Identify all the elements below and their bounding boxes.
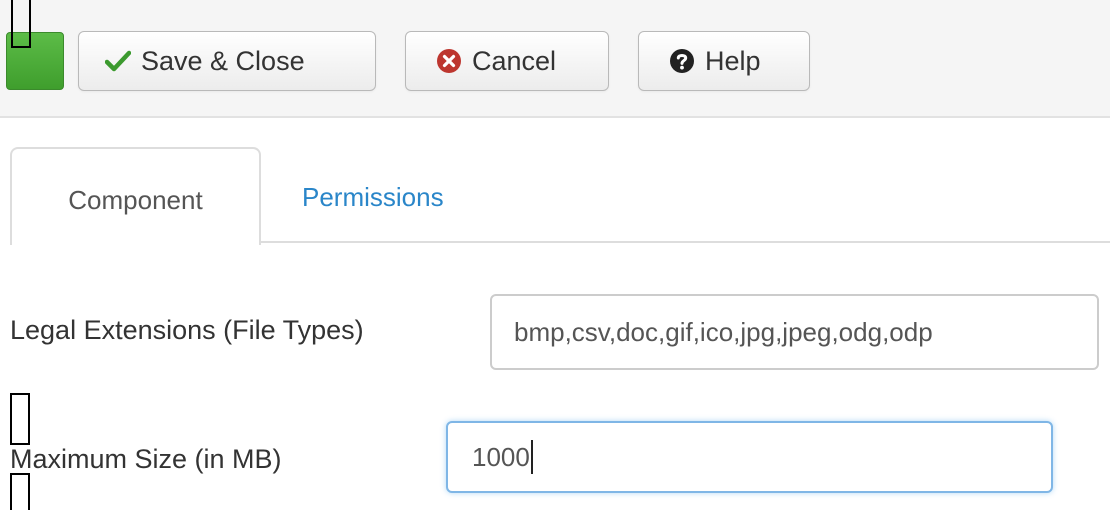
tab-bar: Component Permissions	[10, 147, 1110, 245]
save-close-button[interactable]: Save & Close	[78, 31, 376, 91]
check-icon	[105, 50, 131, 72]
cancel-button[interactable]: Cancel	[405, 31, 609, 91]
missing-glyph-box	[10, 473, 30, 510]
maximum-size-input[interactable]: 1000	[446, 421, 1053, 493]
maximum-size-label: Maximum Size (in MB)	[10, 444, 282, 474]
maximum-size-value: 1000	[472, 441, 530, 472]
toolbar: Save & Close Cancel Help	[0, 0, 1110, 118]
missing-glyph-box	[10, 393, 30, 445]
missing-glyph-box	[11, 0, 31, 48]
question-circle-icon	[669, 48, 695, 74]
help-button[interactable]: Help	[638, 31, 810, 91]
legal-extensions-label: Legal Extensions (File Types)	[10, 315, 364, 345]
cancel-label: Cancel	[472, 45, 557, 76]
tab-component[interactable]: Component	[10, 147, 261, 245]
text-caret	[530, 440, 533, 474]
save-close-label: Save & Close	[141, 45, 305, 76]
help-label: Help	[705, 45, 761, 76]
times-circle-icon	[436, 48, 462, 74]
legal-extensions-value: bmp,csv,doc,gif,ico,jpg,jpeg,odg,odp	[514, 316, 933, 347]
tab-permissions[interactable]: Permissions	[290, 147, 444, 243]
legal-extensions-input[interactable]: bmp,csv,doc,gif,ico,jpg,jpeg,odg,odp	[490, 294, 1099, 370]
